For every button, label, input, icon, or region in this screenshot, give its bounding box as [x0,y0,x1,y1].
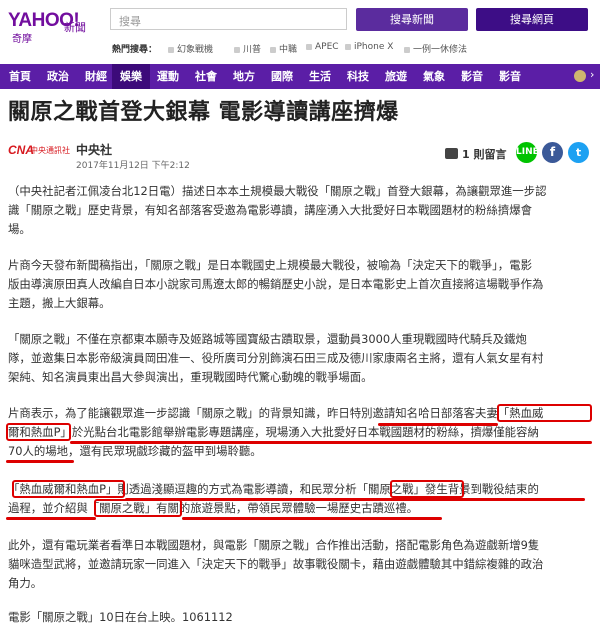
source-logo[interactable]: CNA 中央通訊社 [8,143,70,159]
article-paragraph: （中央社記者江佩凌台北12日電）描述日本本土規模最大戰役「關原之戰」首登大銀幕，… [8,184,547,236]
highlight-box [12,480,125,498]
nav-item-video[interactable]: 影音 [454,64,490,89]
article-paragraph: 電影「關原之戰」10日在台上映。1061112 [8,610,233,624]
tag-icon [306,43,312,50]
main-nav: 首頁 政治 財經 娛樂 運動 社會 地方 國際 生活 科技 旅遊 氣象 影音 影… [0,64,600,89]
facebook-share-icon[interactable]: f [542,142,563,163]
hot-search-item[interactable]: 中職 [270,42,297,55]
twitter-share-icon[interactable]: t [568,142,589,163]
highlight-underline [125,498,585,501]
highlight-underline [6,460,74,463]
logo-sub-news: 新聞 [64,21,86,34]
nav-item-weather[interactable]: 氣象 [416,64,452,89]
search-input[interactable]: 搜尋 [110,8,347,30]
hot-search-item[interactable]: APEC [306,42,339,52]
highlight-underline [182,517,442,520]
nav-item-finance[interactable]: 財經 [78,64,114,89]
highlight-box [390,480,464,498]
hot-search-item[interactable]: 幻象戰機 [168,42,213,55]
tag-icon [234,46,240,53]
highlight-underline [6,517,96,520]
search-news-button[interactable]: 搜尋新聞 [356,8,468,31]
hot-search-item[interactable]: 川普 [234,42,261,55]
nav-item-sports[interactable]: 運動 [150,64,186,89]
comment-icon[interactable] [445,148,458,159]
line-share-icon[interactable]: LINE [516,142,539,163]
article-title: 關原之戰首登大銀幕 電影導讀講座擠爆 [8,100,399,125]
nav-item-local[interactable]: 地方 [226,64,262,89]
tag-icon [345,43,351,50]
highlight-box [497,404,592,422]
logo-sub-kimo: 奇摩 [12,34,32,45]
hot-search-item[interactable]: 一例一休修法 [404,42,467,55]
highlight-box [94,499,182,517]
hot-search-item[interactable]: iPhone X [345,42,393,52]
cna-logo-subtext: 中央通訊社 [30,146,70,155]
source-name[interactable]: 中央社 [76,141,112,158]
article-paragraph: 此外，還有電玩業者看準日本戰國題材，與電影「關原之戰」合作推出活動，搭配電影角色… [8,538,544,590]
yahoo-logo[interactable]: YAHOO! 新聞 奇摩 [8,10,86,45]
search-web-button[interactable]: 搜尋網頁 [476,8,588,31]
nav-item-video-2[interactable]: 影音 [492,64,528,89]
nav-item-tech[interactable]: 科技 [340,64,376,89]
tag-icon [168,46,174,53]
header: YAHOO! 新聞 奇摩 搜尋 搜尋新聞 搜尋網頁 熱門搜尋： 幻象戰機 川普 … [0,0,600,60]
nav-item-travel[interactable]: 旅遊 [378,64,414,89]
nav-item-home[interactable]: 首頁 [2,64,38,89]
tag-icon [404,46,410,53]
comment-count[interactable]: 1 則留言 [462,146,506,162]
hot-search-label: 熱門搜尋： [112,45,158,55]
nav-item-society[interactable]: 社會 [188,64,224,89]
publish-time: 2017年11月12日 下午2:12 [76,161,190,171]
nav-item-international[interactable]: 國際 [264,64,300,89]
highlight-underline [70,441,592,444]
highlight-underline [378,423,498,426]
nav-item-life[interactable]: 生活 [302,64,338,89]
nav-item-politics[interactable]: 政治 [40,64,76,89]
nav-item-entertainment[interactable]: 娛樂 [112,64,150,89]
article-paragraph: 「關原之戰」不僅在京都東本願寺及姬路城等國寶級古蹟取景，還動員3000人重現戰國… [8,332,544,384]
user-avatar-icon[interactable] [574,70,586,82]
article-paragraph: 片商今天發布新聞稿指出，「關原之戰」是日本戰國史上規模最大戰役，被喻為「決定天下… [8,258,544,310]
chevron-right-icon[interactable]: › [590,68,594,81]
highlight-box [6,423,71,441]
tag-icon [270,46,276,53]
